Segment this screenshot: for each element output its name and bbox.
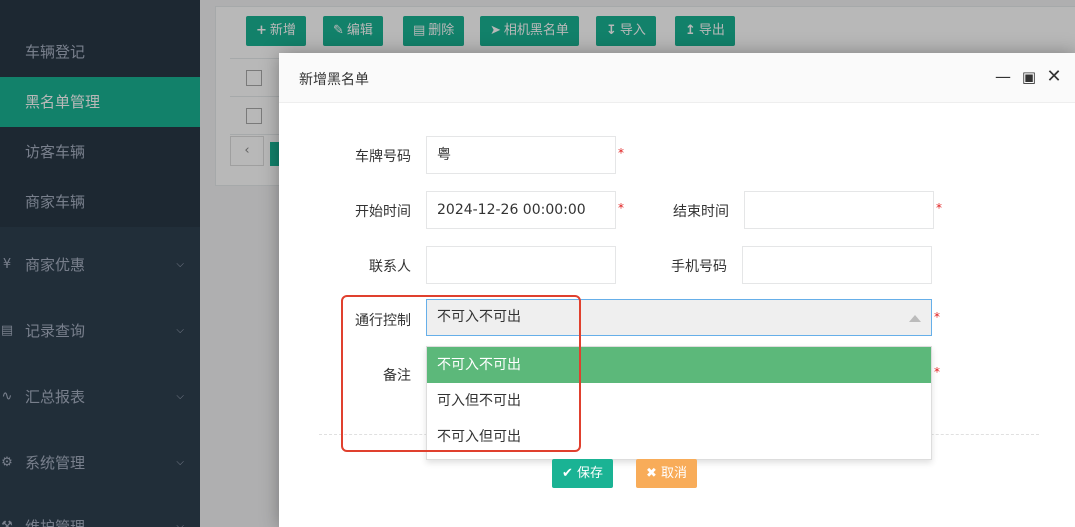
start-time-label: 开始时间	[355, 204, 411, 220]
cancel-button-label: 取消	[661, 466, 688, 481]
add-blacklist-dialog: 新增黑名单 — ▣ ✕ 车牌号码 粤 * 开始时间 2024-12-26 00:…	[279, 53, 1075, 527]
close-icon[interactable]: ✕	[1045, 67, 1063, 87]
save-button-label: 保存	[577, 466, 604, 481]
contact-input[interactable]	[426, 246, 616, 284]
end-time-input[interactable]	[744, 191, 934, 229]
plate-label: 车牌号码	[355, 149, 411, 165]
annotation-highlight-box	[341, 295, 581, 452]
contact-label: 联系人	[369, 259, 411, 275]
minimize-icon[interactable]: —	[994, 67, 1012, 87]
phone-label: 手机号码	[671, 259, 727, 275]
required-mark: *	[618, 146, 624, 160]
phone-input[interactable]	[742, 246, 932, 284]
check-icon: ✔	[562, 466, 578, 481]
caret-up-icon	[909, 315, 921, 322]
save-button[interactable]: ✔ 保存	[552, 459, 614, 488]
dialog-header: 新增黑名单 — ▣ ✕	[279, 53, 1075, 103]
cancel-button[interactable]: ✖ 取消	[636, 459, 698, 488]
required-mark: *	[934, 365, 940, 379]
times-icon: ✖	[646, 466, 662, 481]
plate-input[interactable]: 粤	[426, 136, 616, 174]
required-mark: *	[936, 201, 942, 215]
maximize-icon[interactable]: ▣	[1020, 67, 1038, 87]
required-mark: *	[618, 201, 624, 215]
start-time-input[interactable]: 2024-12-26 00:00:00	[426, 191, 616, 229]
required-mark: *	[934, 310, 940, 324]
dialog-title: 新增黑名单	[299, 72, 369, 88]
end-time-label: 结束时间	[673, 204, 729, 220]
